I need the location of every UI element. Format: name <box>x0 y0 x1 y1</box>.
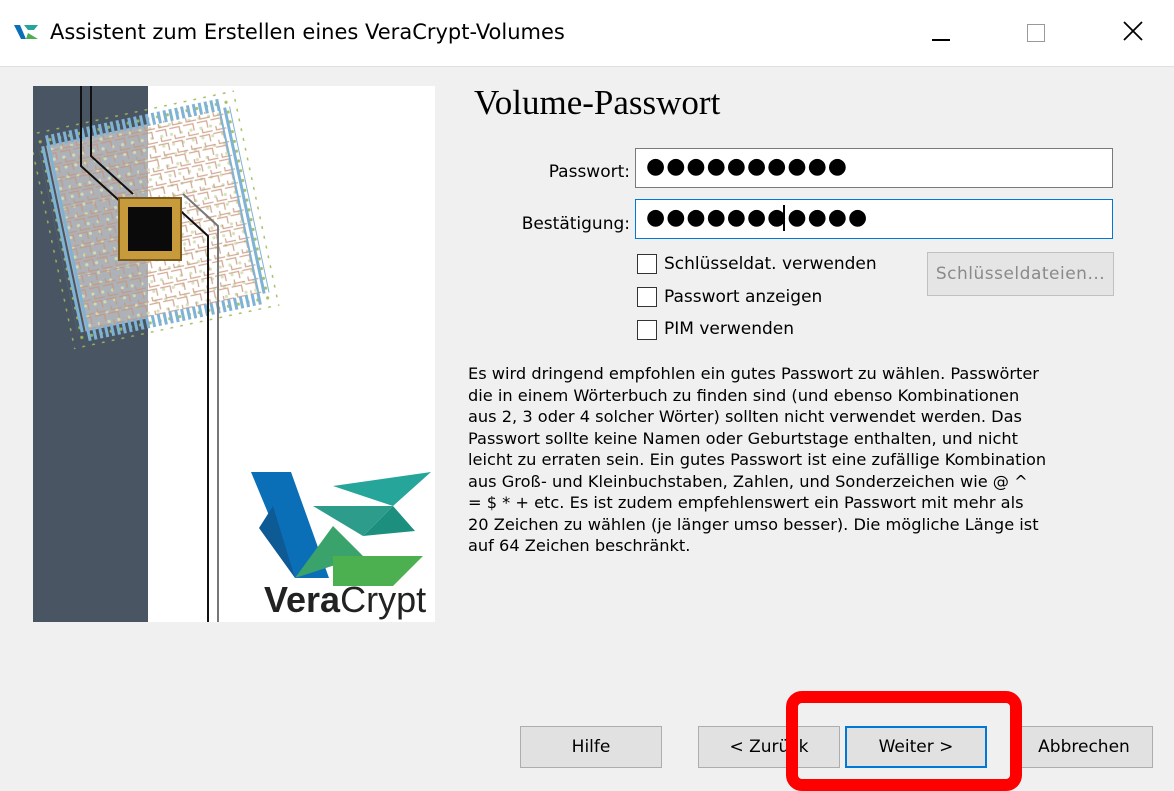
password-label: Passwort: <box>548 162 630 182</box>
use-pim-checkbox[interactable] <box>637 320 657 340</box>
maximize-button[interactable] <box>1005 12 1065 52</box>
confirm-password-input[interactable]: ●●●●●●●●●●● <box>635 199 1113 239</box>
close-button[interactable] <box>1102 12 1162 52</box>
cancel-button[interactable]: Abbrechen <box>1015 726 1153 768</box>
red-highlight-annotation <box>786 691 1022 791</box>
show-password-checkbox[interactable] <box>637 287 657 307</box>
text-caret <box>783 205 785 231</box>
confirm-label: Bestätigung: <box>521 214 630 234</box>
keyfiles-button[interactable]: Schlüsseldateien... <box>927 252 1114 296</box>
use-keyfiles-label[interactable]: Schlüsseldat. verwenden <box>664 253 877 275</box>
minimize-button[interactable] <box>910 12 970 52</box>
title-bar: Assistent zum Erstellen eines VeraCrypt-… <box>0 0 1174 67</box>
veracrypt-app-icon <box>14 25 38 39</box>
window-title: Assistent zum Erstellen eines VeraCrypt-… <box>50 20 565 44</box>
password-info-text: Es wird dringend empfohlen ein gutes Pas… <box>468 364 1047 555</box>
wizard-side-image: VeraCrypt <box>33 86 435 622</box>
close-icon <box>1123 21 1143 41</box>
password-input[interactable]: ●●●●●●●●●● <box>635 148 1113 188</box>
veracrypt-logo-text: VeraCrypt <box>264 579 426 620</box>
help-button[interactable]: Hilfe <box>520 726 662 768</box>
page-title: Volume-Passwort <box>474 83 721 122</box>
use-keyfiles-checkbox[interactable] <box>637 254 657 274</box>
use-pim-label[interactable]: PIM verwenden <box>664 318 794 340</box>
show-password-label[interactable]: Passwort anzeigen <box>664 286 822 308</box>
veracrypt-logo-mark <box>251 472 431 586</box>
